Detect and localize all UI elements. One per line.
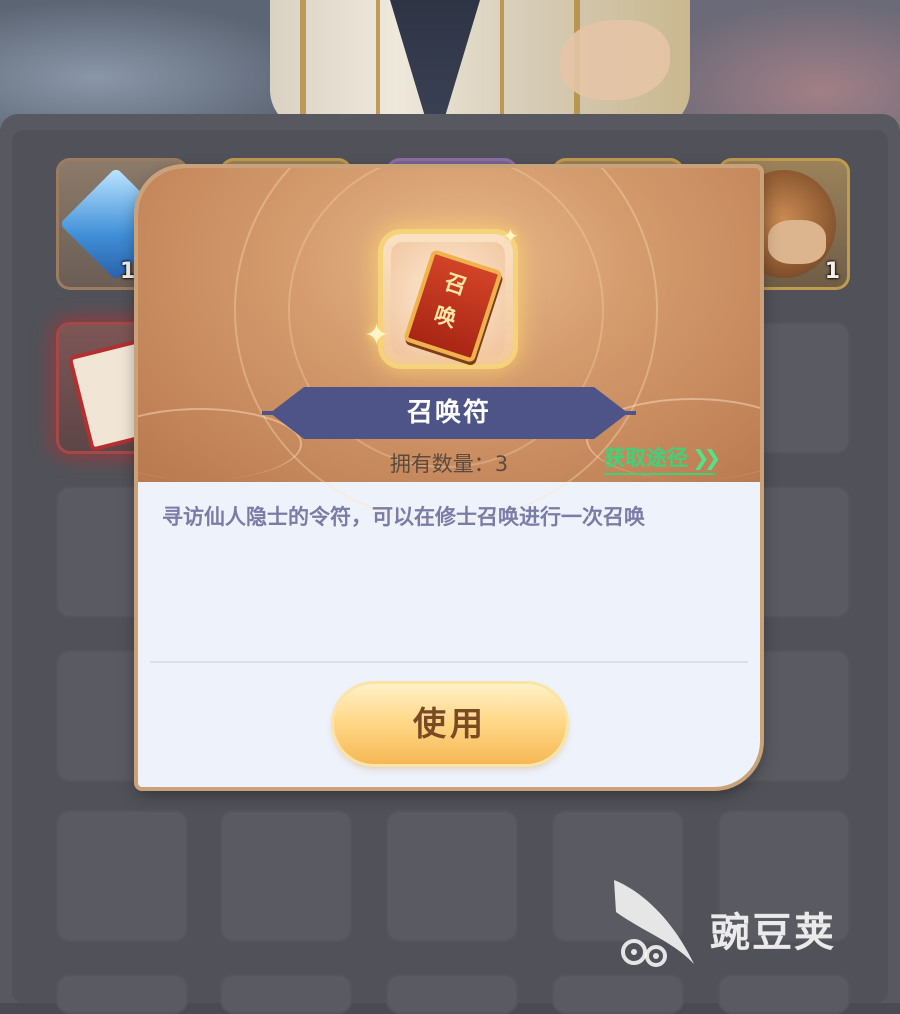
double-chevron-right-icon: ❯❯ bbox=[692, 446, 721, 470]
sparkle-icon: ✦ bbox=[364, 318, 390, 353]
obtain-link-label: 获取途径 bbox=[604, 446, 688, 470]
item-name: 召唤符 bbox=[406, 398, 491, 428]
inventory-slot-empty[interactable] bbox=[56, 974, 188, 1014]
use-button[interactable]: 使用 bbox=[334, 684, 566, 764]
owned-count: 拥有数量：3 bbox=[389, 452, 509, 476]
inventory-slot-empty[interactable] bbox=[386, 974, 518, 1014]
slot-count: 1 bbox=[120, 259, 136, 284]
item-description: 寻访仙人隐士的令符，可以在修士召唤进行一次召唤 bbox=[162, 505, 645, 529]
sparkle-icon: ✦ bbox=[502, 224, 519, 248]
inventory-slot-empty[interactable] bbox=[220, 810, 352, 942]
inventory-slot-empty[interactable] bbox=[220, 974, 352, 1014]
inventory-slot-empty[interactable] bbox=[56, 810, 188, 942]
inventory-slot-empty[interactable] bbox=[552, 974, 684, 1014]
robe-trim-left bbox=[300, 0, 380, 120]
inventory-slot-empty[interactable] bbox=[386, 810, 518, 942]
obtain-method-link[interactable]: 获取途径 ❯❯ bbox=[604, 442, 721, 475]
watermark-text: 豌豆荚 bbox=[710, 910, 836, 956]
monkey-face bbox=[768, 220, 826, 264]
item-detail-modal: 召唤 ✦ ✦ 召唤符 拥有数量：3 获取途径 ❯❯ 寻访仙人隐士的令符，可以在修士… bbox=[138, 168, 760, 787]
slot-count: 1 bbox=[824, 259, 840, 284]
modal-header: 召唤 ✦ ✦ 召唤符 拥有数量：3 获取途径 ❯❯ bbox=[138, 168, 760, 522]
inventory-slot-empty[interactable] bbox=[718, 974, 850, 1014]
pea-pod-logo-icon bbox=[614, 880, 694, 967]
use-button-label: 使用 bbox=[413, 705, 487, 742]
divider bbox=[150, 661, 748, 663]
talisman-glyphs: 召唤 bbox=[430, 269, 471, 333]
character-hand bbox=[560, 20, 670, 100]
character-portrait-area bbox=[0, 0, 900, 130]
